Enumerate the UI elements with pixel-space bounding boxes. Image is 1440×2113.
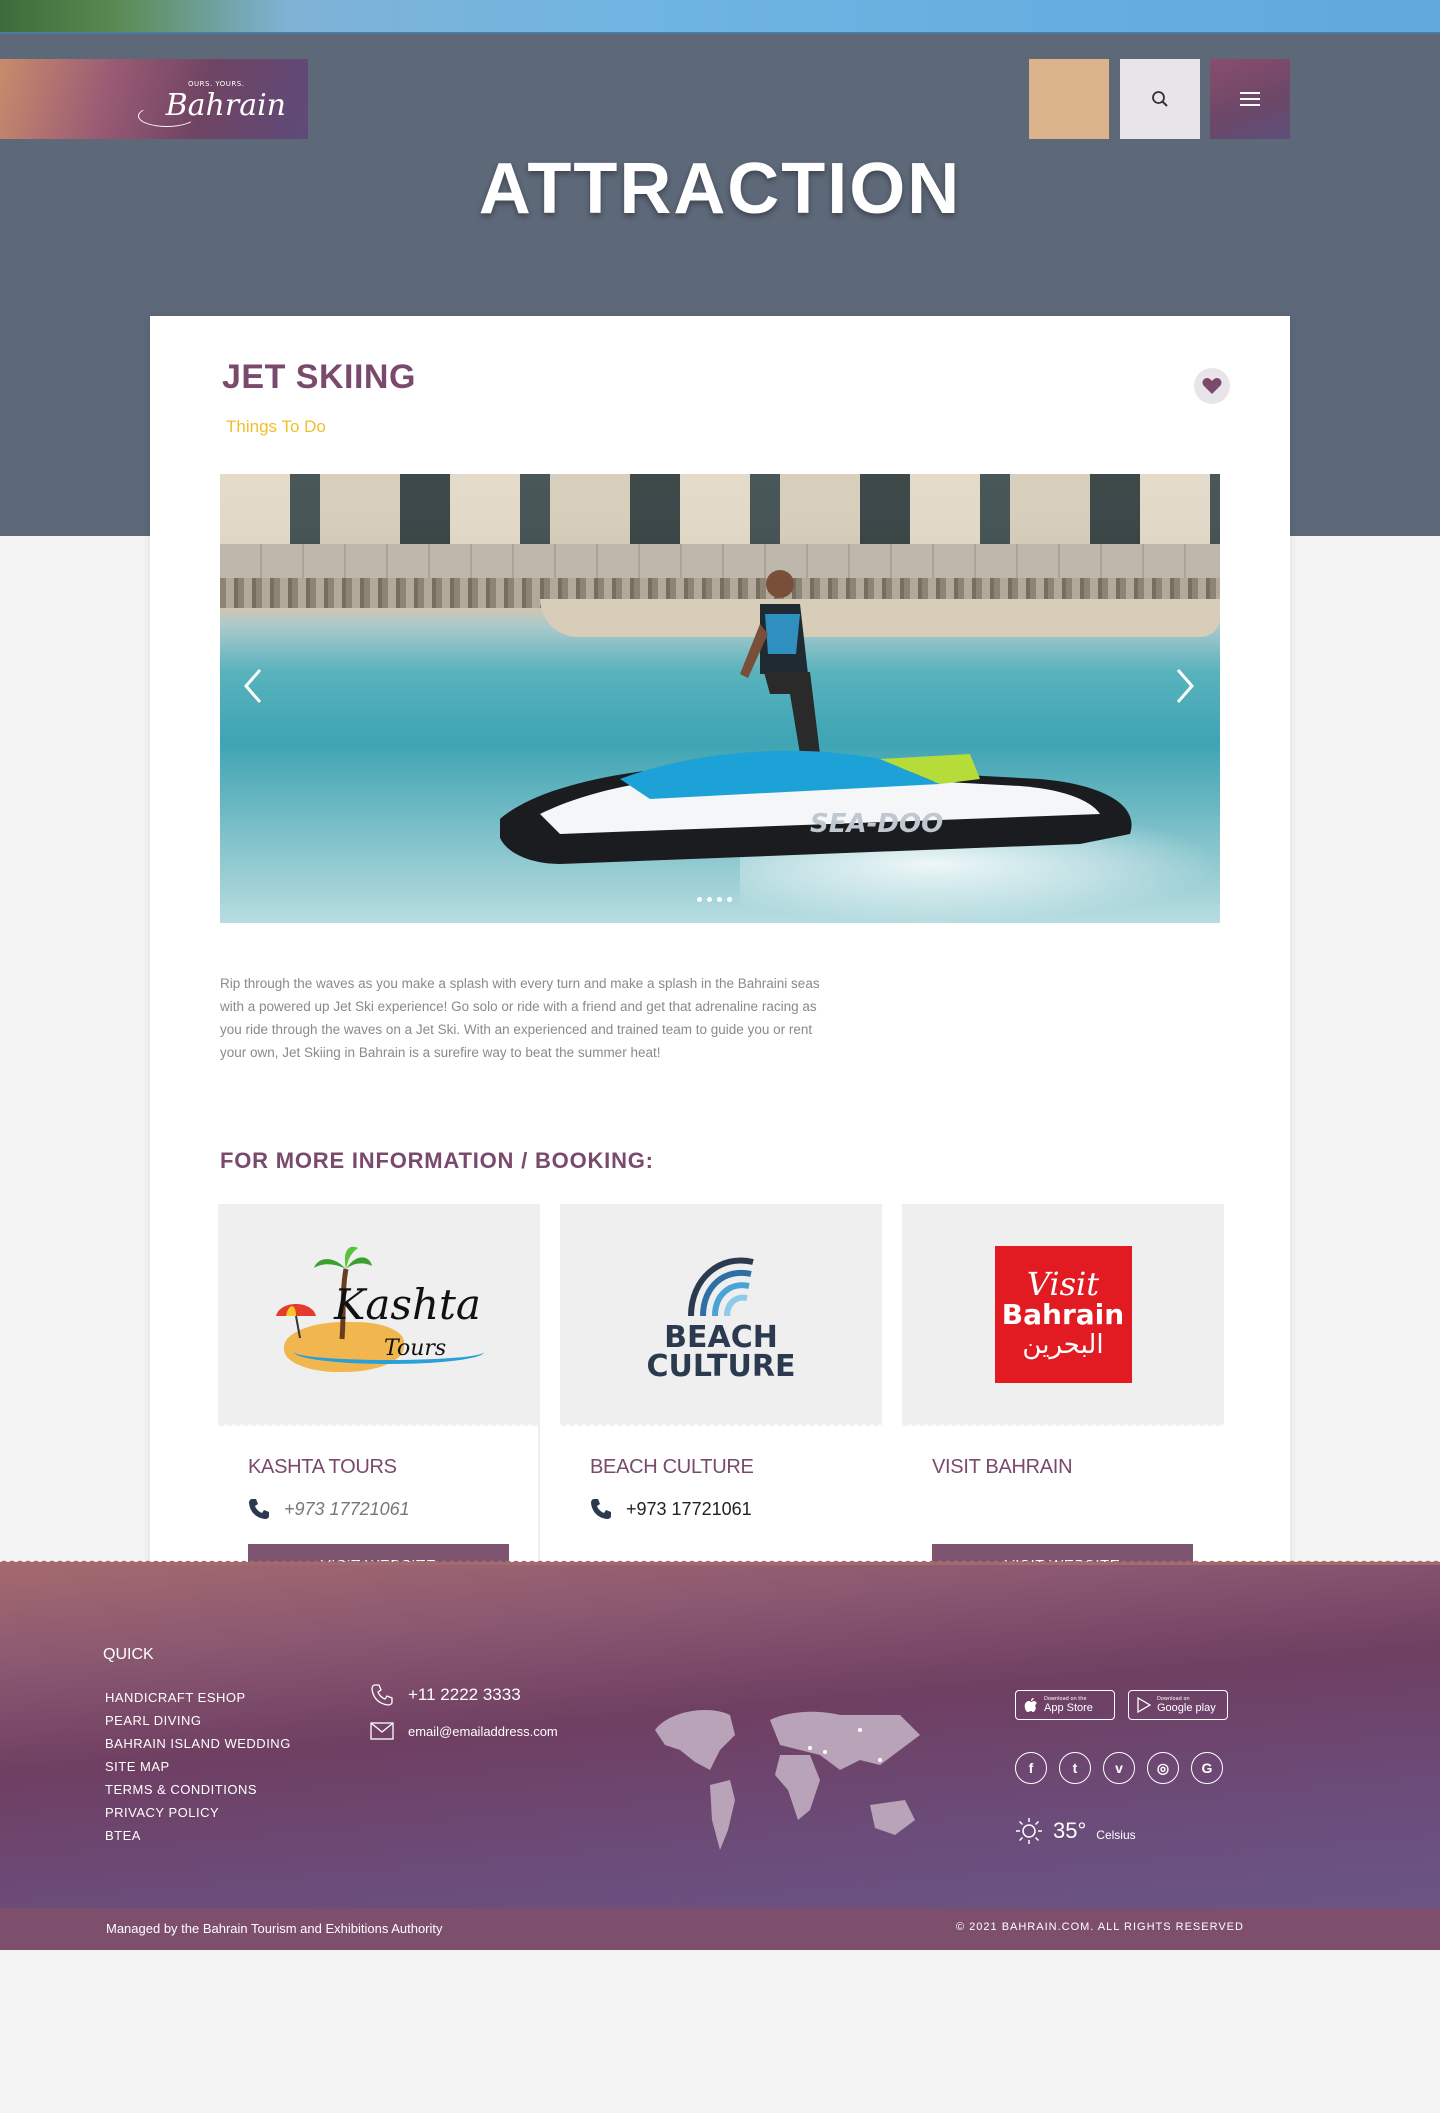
play-store-icon [1137, 1697, 1151, 1713]
weather-temperature: 35° [1053, 1818, 1087, 1843]
page-title: ATTRACTION [478, 149, 962, 229]
footer-link-privacy[interactable]: PRIVACY POLICY [105, 1805, 291, 1828]
twitter-icon[interactable]: t [1059, 1752, 1091, 1784]
provider-phone[interactable]: +973 17721061 [590, 1498, 752, 1520]
booking-heading: FOR MORE INFORMATION / BOOKING: [220, 1148, 654, 1173]
app-store-label: App Store [1044, 1702, 1093, 1714]
instagram-icon[interactable]: ◎ [1147, 1752, 1179, 1784]
provider-visit-bahrain: Visit Bahrain البحرين VISIT BAHRAIN VISI… [902, 1204, 1224, 1586]
footer-phone-number: +11 2222 3333 [408, 1685, 521, 1704]
phone-outline-icon [371, 1684, 393, 1706]
google-play-badge[interactable]: Download on Google play [1128, 1690, 1228, 1720]
kashta-logo-sub: Tours [384, 1336, 447, 1361]
attraction-title: JET SKIING [222, 358, 416, 396]
facebook-icon[interactable]: f [1015, 1752, 1047, 1784]
visit-bahrain-logo-line3: البحرين [1022, 1330, 1104, 1360]
google-icon[interactable]: G [1191, 1752, 1223, 1784]
image-slider[interactable]: SEA-DOO [220, 474, 1220, 923]
weather-unit: Celsius [1096, 1828, 1136, 1842]
heart-icon [1202, 378, 1222, 394]
attraction-card: JET SKIING Things To Do SEA-DOO Rip thro… [150, 316, 1290, 1684]
provider-name: BEACH CULTURE [590, 1456, 754, 1478]
social-links: f t v ◎ G [1015, 1752, 1223, 1784]
footer-email-address: email@emailaddress.com [408, 1723, 558, 1739]
footer-link-handicraft-eshop[interactable]: HANDICRAFT ESHOP [105, 1690, 291, 1713]
apple-icon [1024, 1698, 1037, 1712]
visit-bahrain-logo-line2: Bahrain [1001, 1298, 1125, 1331]
attraction-description: Rip through the waves as you make a spla… [220, 976, 820, 1060]
world-map [655, 1710, 920, 1850]
slider-dot[interactable] [697, 897, 702, 902]
copyright-text: © 2021 BAHRAIN.COM. ALL RIGHTS RESERVED [956, 1921, 1244, 1933]
slider-next-button[interactable] [1170, 666, 1200, 706]
kashta-tours-logo: Kashta Tours [274, 1244, 484, 1384]
footer-link-bahrain-island-wedding[interactable]: BAHRAIN ISLAND WEDDING [105, 1736, 291, 1759]
google-play-label: Google play [1157, 1702, 1216, 1714]
weather-widget: 35° Celsius [1015, 1817, 1136, 1845]
phone-icon [249, 1499, 269, 1519]
visit-bahrain-logo: Visit Bahrain البحرين [994, 1245, 1132, 1383]
search-icon [1152, 91, 1168, 107]
hamburger-icon [1240, 92, 1260, 106]
managed-by-text: Managed by the Bahrain Tourism and Exhib… [106, 1921, 443, 1936]
footer-link-pearl-diving[interactable]: PEARL DIVING [105, 1713, 291, 1736]
provider-name: VISIT BAHRAIN [932, 1456, 1073, 1478]
provider-phone-number: +973 17721061 [284, 1498, 410, 1519]
slider-prev-button[interactable] [238, 666, 268, 706]
hero-photo-strip [0, 0, 1440, 34]
slider-dot[interactable] [707, 897, 712, 902]
footer-phone[interactable]: +11 2222 3333 [370, 1683, 521, 1707]
app-store-badge[interactable]: Download on the App Store [1015, 1690, 1115, 1720]
beach-culture-logo: BEACH CULTURE [646, 1248, 796, 1384]
footer-email[interactable]: email@emailaddress.com [370, 1722, 558, 1740]
search-button[interactable] [1120, 59, 1200, 139]
phone-icon [591, 1499, 611, 1519]
beach-culture-logo-line1: BEACH [664, 1319, 778, 1355]
logo-tagline: OURS. YOURS. [188, 80, 245, 88]
quick-links-title: QUICK [103, 1646, 154, 1663]
provider-phone[interactable]: +973 17721061 [248, 1498, 410, 1520]
slider-photo-seawall [220, 544, 1220, 582]
menu-button[interactable] [1210, 59, 1290, 139]
vimeo-icon[interactable]: v [1103, 1752, 1135, 1784]
wave-icon [687, 1257, 754, 1316]
beach-culture-logo-line2: CULTURE [646, 1348, 796, 1384]
slider-pagination [697, 897, 732, 902]
bahrain-logo[interactable]: OURS. YOURS. Bahrain [0, 59, 308, 139]
footer-link-site-map[interactable]: SITE MAP [105, 1759, 291, 1782]
slider-photo-sand [540, 599, 1220, 637]
logo-swirl [138, 105, 196, 127]
kashta-logo-word: Kashta [334, 1280, 481, 1329]
provider-name: KASHTA TOURS [248, 1456, 397, 1478]
provider-logo-box: Visit Bahrain البحرين [902, 1204, 1224, 1430]
provider-phone-number: +973 17721061 [626, 1498, 752, 1519]
footer-link-btea[interactable]: BTEA [105, 1828, 291, 1851]
chevron-right-icon [1176, 669, 1194, 703]
quick-links-list: HANDICRAFT ESHOP PEARL DIVING BAHRAIN IS… [105, 1690, 291, 1851]
mail-icon [370, 1722, 394, 1740]
footer-bottom-bar: Managed by the Bahrain Tourism and Exhib… [0, 1908, 1440, 1950]
provider-beach-culture: BEACH CULTURE BEACH CULTURE +973 1772106… [560, 1204, 882, 1519]
slider-dot[interactable] [717, 897, 722, 902]
slider-photo-buildings [220, 474, 1220, 544]
sun-icon [1016, 1818, 1042, 1844]
visit-bahrain-logo-line1: Visit [1026, 1265, 1100, 1303]
slider-dot[interactable] [727, 897, 732, 902]
slider-watermark: SEA-DOO [810, 809, 943, 839]
header-accent-button[interactable] [1029, 59, 1109, 139]
slider-photo-jetski: SEA-DOO [500, 750, 1132, 864]
chevron-left-icon [244, 669, 262, 703]
provider-logo-box: Kashta Tours [218, 1204, 540, 1430]
umbrella-icon [276, 1304, 316, 1339]
favorite-button[interactable] [1194, 368, 1230, 404]
provider-logo-box: BEACH CULTURE [560, 1204, 882, 1430]
provider-kashta-tours: Kashta Tours KASHTA TOURS +973 17721061 … [218, 1204, 540, 1586]
attraction-category[interactable]: Things To Do [226, 417, 326, 437]
footer-link-terms[interactable]: TERMS & CONDITIONS [105, 1782, 291, 1805]
